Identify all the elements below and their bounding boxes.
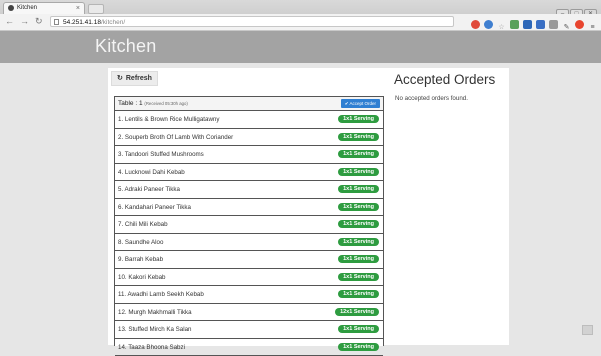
extension-share-icon[interactable]	[510, 20, 519, 29]
browser-tab[interactable]: Kitchen ×	[3, 2, 85, 14]
browser-tab-title: Kitchen	[17, 5, 37, 11]
order-item-row: 2. Souperb Broth Of Lamb With Coriander 1…	[115, 129, 383, 147]
order-header: Table : 1 (Received 05:30h ago) ✔ Accept…	[115, 97, 383, 111]
order-item-row: 12. Murgh Makhmalli Tikka 12x1 Serving	[115, 304, 383, 322]
item-name: 2. Souperb Broth Of Lamb With Coriander	[118, 134, 233, 141]
scroll-to-top-button[interactable]	[582, 325, 593, 335]
item-name: 10. Kakori Kebab	[118, 274, 165, 281]
url-path: /kitchen/	[101, 19, 125, 26]
browser-toolbar: ← → ↻ 54.251.41.18/kitchen/ ☆✎≡	[0, 14, 601, 31]
reload-icon[interactable]: ↻	[35, 16, 43, 27]
order-item-row: 1. Lentils & Brown Rice Mulligatawny 1x1 …	[115, 111, 383, 129]
order-item-row: 14. Taaza Bhoona Sabzi1x1 Serving	[115, 339, 383, 356]
order-item-row: 5. Adraki Paneer Tikka 1x1 Serving	[115, 181, 383, 199]
extension-record-icon[interactable]	[471, 20, 480, 29]
serving-badge: 1x1 Serving	[338, 220, 379, 228]
item-name: 6. Kandahari Paneer Tikka	[118, 204, 191, 211]
pending-order-panel: Table : 1 (Received 05:30h ago) ✔ Accept…	[114, 96, 384, 346]
item-name: 7. Chili Mili Kebab	[118, 221, 168, 228]
serving-badge: 1x1 Serving	[338, 273, 379, 281]
serving-badge: 1x1 Serving	[338, 168, 379, 176]
order-item-row: 3. Tandoori Stuffed Mushrooms 1x1 Serving	[115, 146, 383, 164]
url-host: 54.251.41.18	[63, 19, 101, 26]
order-item-row: 8. Saundhe Aloo 1x1 Serving	[115, 234, 383, 252]
order-item-row: 11. Awadhi Lamb Seekh Kebab 1x1 Serving	[115, 286, 383, 304]
accepted-empty-message: No accepted orders found.	[395, 95, 468, 102]
forward-icon[interactable]: →	[20, 16, 29, 26]
serving-badge: 1x1 Serving	[338, 255, 379, 263]
item-name: 3. Tandoori Stuffed Mushrooms	[118, 151, 204, 158]
table-label: Table : 1	[118, 100, 143, 107]
extension-globe-icon[interactable]	[484, 20, 493, 29]
page-icon	[54, 19, 59, 25]
order-item-row: 6. Kandahari Paneer Tikka 1x1 Serving	[115, 199, 383, 217]
browser-tab-bar: Kitchen × ‒□✕	[0, 0, 601, 14]
refresh-button[interactable]: ↻Refresh	[111, 71, 158, 86]
extension-grid-icon[interactable]	[536, 20, 545, 29]
item-name: 11. Awadhi Lamb Seekh Kebab	[118, 291, 204, 298]
refresh-icon: ↻	[117, 75, 123, 82]
item-name: 12. Murgh Makhmalli Tikka	[118, 309, 192, 316]
item-name: 1. Lentils & Brown Rice Mulligatawny	[118, 116, 219, 123]
item-name: 5. Adraki Paneer Tikka	[118, 186, 180, 193]
order-item-row: 13. Stuffed Mirch Ka Salan 1x1 Serving	[115, 321, 383, 339]
accepted-orders-heading: Accepted Orders	[394, 72, 495, 87]
serving-badge: 1x1 Serving	[338, 185, 379, 193]
item-name: 8. Saundhe Aloo	[118, 239, 163, 246]
serving-badge: 1x1 Serving	[338, 325, 379, 333]
favicon-icon	[8, 5, 14, 11]
item-name: 13. Stuffed Mirch Ka Salan	[118, 326, 192, 333]
address-bar[interactable]: 54.251.41.18/kitchen/	[50, 16, 454, 27]
order-item-row: 10. Kakori Kebab 1x1 Serving	[115, 269, 383, 287]
order-item-row: 7. Chili Mili Kebab 1x1 Serving	[115, 216, 383, 234]
received-time: (Received 05:30h ago)	[144, 101, 187, 106]
serving-badge: 1x1 Serving	[338, 133, 379, 141]
new-tab-button[interactable]	[88, 4, 104, 14]
serving-badge: 12x1 Serving	[335, 308, 379, 316]
page-title: Kitchen	[95, 36, 156, 57]
accept-order-button[interactable]: ✔ Accept Order	[341, 99, 380, 108]
order-item-row: 4. Lucknowi Dahi Kebab 1x1 Serving	[115, 164, 383, 182]
serving-badge: 1x1 Serving	[338, 115, 379, 123]
serving-badge: 1x1 Serving	[338, 203, 379, 211]
serving-badge: 1x1 Serving	[338, 150, 379, 158]
extension-block-icon[interactable]	[575, 20, 584, 29]
close-tab-icon[interactable]: ×	[76, 3, 80, 14]
refresh-label: Refresh	[126, 75, 152, 82]
back-icon[interactable]: ←	[5, 16, 14, 26]
order-item-row: 9. Barrah Kebab 1x1 Serving	[115, 251, 383, 269]
item-name: 4. Lucknowi Dahi Kebab	[118, 169, 185, 176]
serving-badge: 1x1 Serving	[338, 343, 379, 351]
app-header: Kitchen	[0, 31, 601, 63]
serving-badge: 1x1 Serving	[338, 238, 379, 246]
extension-user-icon[interactable]	[523, 20, 532, 29]
serving-badge: 1x1 Serving	[338, 290, 379, 298]
extension-window-icon[interactable]	[549, 20, 558, 29]
item-name: 9. Barrah Kebab	[118, 256, 163, 263]
